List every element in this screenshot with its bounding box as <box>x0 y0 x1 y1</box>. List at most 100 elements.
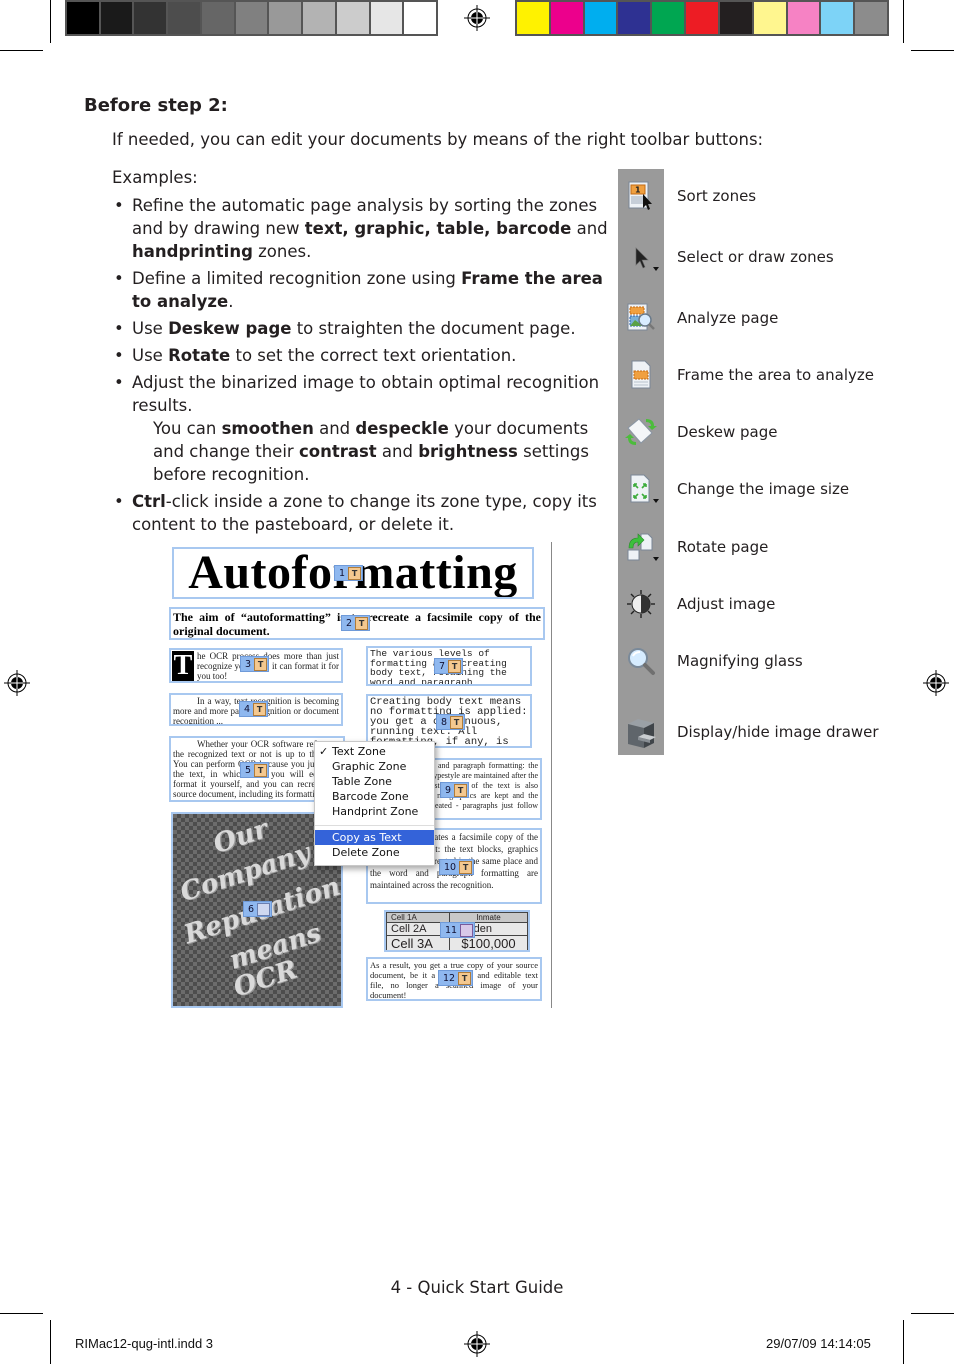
magnifying-glass-button[interactable] <box>618 641 664 681</box>
color-swatch <box>686 2 718 34</box>
toolbar-label: Rotate page <box>677 538 769 556</box>
menu-item-copy-as-text[interactable]: Copy as Text <box>315 830 434 845</box>
gray-swatch <box>235 2 268 34</box>
zone-badge[interactable]: 11 <box>440 922 476 938</box>
cmyk-color-bar <box>515 0 889 36</box>
text-zone-icon: T <box>254 763 268 777</box>
graphic-zone-icon <box>257 902 271 916</box>
frame-area-button[interactable] <box>618 355 664 395</box>
list-item: Adjust the binarized image to obtain opt… <box>112 371 612 486</box>
gray-swatch <box>404 2 437 34</box>
analyze-page-icon <box>627 303 655 331</box>
toolbar-label: Display/hide image drawer <box>677 723 879 741</box>
gray-swatch <box>201 2 234 34</box>
select-draw-zones-icon <box>635 247 649 269</box>
zone-badge[interactable]: 1T <box>334 565 364 581</box>
crop-mark <box>0 1313 43 1314</box>
gray-swatch <box>269 2 302 34</box>
zone-badge[interactable]: 5T <box>240 762 270 778</box>
zone-badge[interactable]: 6 <box>243 901 273 917</box>
list-item: Define a limited recognition zone using … <box>112 267 612 313</box>
color-swatch <box>618 2 651 34</box>
crop-mark <box>903 0 904 43</box>
zone-badge[interactable]: 3T <box>240 656 270 672</box>
examples-list: Refine the automatic page analysis by so… <box>112 194 612 540</box>
zone-badge[interactable]: 7T <box>434 658 464 674</box>
zone-badge[interactable]: 2T <box>341 615 371 631</box>
sort-zones-button[interactable]: 1 <box>618 176 664 216</box>
zone-badge[interactable]: 9T <box>440 782 470 798</box>
toolbar-label: Deskew page <box>677 423 778 441</box>
deskew-page-button[interactable] <box>618 412 664 452</box>
color-swatch <box>584 2 617 34</box>
adjust-image-button[interactable] <box>618 584 664 624</box>
color-swatch <box>821 2 854 34</box>
menu-item-text-zone[interactable]: ✓ Text Zone <box>315 744 434 759</box>
list-subtext: You can smoothen and despeckle your docu… <box>153 419 589 484</box>
intro-text: If needed, you can edit your documents b… <box>112 130 764 149</box>
ocr-zones-screenshot: Autoformatting The aim of “autoformattin… <box>166 542 552 1008</box>
color-swatch <box>652 2 685 34</box>
slug-timestamp: 29/07/09 14:14:05 <box>766 1336 871 1351</box>
text-zone-icon: T <box>450 715 464 729</box>
list-item: Use Rotate to set the correct text orien… <box>112 344 612 367</box>
text-zone-icon: T <box>254 657 268 671</box>
menu-item-barcode-zone[interactable]: Barcode Zone <box>315 789 434 804</box>
toolbar-label: Sort zones <box>677 187 757 205</box>
dropdown-arrow-icon <box>653 267 659 271</box>
zone-badge[interactable]: 4T <box>239 701 269 717</box>
menu-item-table-zone[interactable]: Table Zone <box>315 774 434 789</box>
toolbar-label: Select or draw zones <box>677 248 834 266</box>
zone-context-menu: ✓ Text Zone Graphic Zone Table Zone Barco… <box>314 741 435 866</box>
toolbar-label: Change the image size <box>677 480 850 498</box>
text-zone-icon: T <box>253 702 267 716</box>
color-swatch <box>753 2 786 34</box>
svg-text:1: 1 <box>635 186 641 195</box>
text-zone-icon: T <box>448 659 462 673</box>
gray-swatch <box>370 2 403 34</box>
registration-mark-icon <box>4 670 30 696</box>
checkmark-icon: ✓ <box>319 745 329 758</box>
rotate-page-button[interactable] <box>618 527 664 567</box>
analyze-page-button[interactable] <box>618 298 664 338</box>
zone-badge[interactable]: 10 T <box>439 859 475 875</box>
menu-item-graphic-zone[interactable]: Graphic Zone <box>315 759 434 774</box>
change-image-size-button[interactable] <box>618 469 664 509</box>
color-swatch <box>719 2 752 34</box>
section-heading: Before step 2: <box>84 95 228 116</box>
table-zone-icon <box>460 923 474 937</box>
text-zone-icon: T <box>454 783 468 797</box>
page-footer: 4 - Quick Start Guide <box>390 1278 564 1297</box>
menu-item-delete-zone[interactable]: Delete Zone <box>315 845 434 860</box>
list-item: Use Deskew page to straighten the docume… <box>112 317 612 340</box>
text-zone-icon: T <box>348 566 362 580</box>
text-zone-icon: T <box>458 971 472 985</box>
magnifying-glass-icon <box>628 648 655 675</box>
crop-mark <box>903 1320 904 1364</box>
crop-mark <box>0 50 43 51</box>
crop-mark <box>911 1313 954 1314</box>
adjust-image-icon <box>627 590 655 618</box>
registration-mark-icon <box>464 5 490 31</box>
change-image-size-icon <box>630 474 650 503</box>
dropdown-arrow-icon <box>653 499 659 503</box>
select-draw-zones-button[interactable] <box>618 237 664 277</box>
crop-mark <box>50 0 51 43</box>
zone-badge[interactable]: 8T <box>436 714 466 730</box>
image-drawer-button[interactable] <box>618 713 664 753</box>
registration-mark-icon <box>923 670 949 696</box>
registration-mark-icon <box>464 1331 490 1357</box>
gray-swatch <box>336 2 369 34</box>
menu-item-handprint-zone[interactable]: Handprint Zone <box>315 804 434 819</box>
examples-label: Examples: <box>112 168 198 187</box>
toolbar-label: Adjust image <box>677 595 776 613</box>
color-swatch <box>855 2 887 34</box>
slug-filename: RIMac12-qug-intl.indd 3 <box>75 1336 214 1351</box>
zone-badge[interactable]: 12 T <box>438 970 474 986</box>
deskew-page-icon <box>625 418 657 445</box>
dropdown-arrow-icon <box>653 557 659 561</box>
gray-swatch <box>100 2 133 34</box>
gray-swatch <box>134 2 167 34</box>
toolbar-label: Magnifying glass <box>677 652 803 670</box>
toolbar-label: Frame the area to analyze <box>677 366 874 384</box>
